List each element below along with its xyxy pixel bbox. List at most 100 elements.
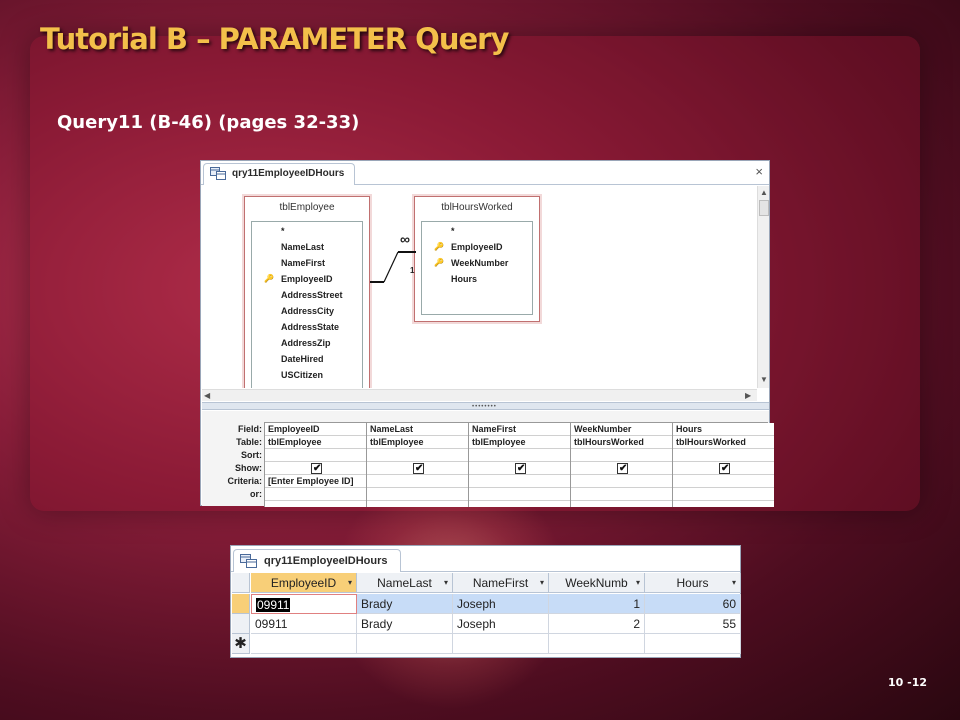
table-pane: tblEmployee * NameLast NameFirst 🔑 EmployeeI… [202, 186, 755, 388]
table-title: tblEmployee [279, 202, 335, 213]
row-selector[interactable] [232, 594, 250, 614]
sort-cell[interactable] [673, 449, 774, 462]
sort-cell[interactable] [265, 449, 366, 462]
field-cell[interactable]: WeekNumber [571, 423, 672, 436]
table-cell[interactable]: tblEmployee [469, 436, 570, 449]
or-cell[interactable] [265, 488, 366, 501]
table-cell[interactable]: 09911 [251, 594, 357, 614]
one-side-label: 1 [410, 266, 415, 275]
column-header[interactable]: NameFirst ▾ [453, 573, 549, 593]
dropdown-arrow-icon[interactable]: ▾ [348, 573, 352, 592]
table-cell[interactable]: 60 [645, 594, 741, 614]
table-cell[interactable] [549, 634, 645, 654]
field-item[interactable]: NameFirst [281, 258, 325, 268]
table-cell[interactable]: 55 [645, 614, 741, 634]
table-cell[interactable]: 09911 [251, 614, 357, 634]
new-record-icon[interactable]: ✱ [232, 634, 250, 654]
criteria-cell[interactable] [673, 475, 774, 488]
table-box-employee[interactable]: tblEmployee * NameLast NameFirst 🔑 EmployeeI… [244, 196, 370, 388]
scroll-left-icon[interactable]: ◀ [204, 391, 210, 401]
vertical-scrollbar[interactable]: ▲ ▼ [757, 186, 769, 388]
table-cell[interactable] [645, 634, 741, 654]
pane-splitter[interactable]: •••••••• [202, 402, 769, 410]
table-cell[interactable]: 1 [549, 594, 645, 614]
column-header[interactable]: EmployeeID ▾ [251, 573, 357, 593]
scroll-down-icon[interactable]: ▼ [760, 375, 768, 385]
dropdown-arrow-icon[interactable]: ▾ [732, 573, 736, 592]
field-item[interactable]: NameLast [281, 242, 324, 252]
field-list: * 🔑 EmployeeID 🔑 WeekNumber Hours [421, 221, 533, 315]
field-item[interactable]: Hours [451, 274, 477, 284]
sort-cell[interactable] [571, 449, 672, 462]
column-header[interactable]: WeekNumb ▾ [549, 573, 645, 593]
show-checkbox[interactable] [617, 462, 628, 474]
field-cell[interactable]: EmployeeID [265, 423, 366, 436]
field-item[interactable]: WeekNumber [451, 258, 508, 268]
or-cell[interactable] [469, 488, 570, 501]
table-cell[interactable] [357, 634, 453, 654]
design-tab[interactable]: qry11EmployeeIDHours [203, 163, 356, 185]
field-cell[interactable]: Hours [673, 423, 774, 436]
criteria-cell[interactable] [469, 475, 570, 488]
criteria-cell[interactable]: [Enter Employee ID] [265, 475, 366, 488]
table-cell[interactable] [453, 634, 549, 654]
table-cell[interactable]: tblHoursWorked [673, 436, 774, 449]
table-cell[interactable]: tblEmployee [265, 436, 366, 449]
field-item[interactable]: AddressStreet [281, 290, 343, 300]
dropdown-arrow-icon[interactable]: ▾ [444, 573, 448, 592]
select-all-corner[interactable] [232, 573, 250, 593]
table-cell[interactable]: tblEmployee [367, 436, 468, 449]
show-cell [469, 462, 570, 475]
field-item[interactable]: DateHired [281, 354, 324, 364]
table-cell[interactable]: Joseph [453, 614, 549, 634]
or-cell[interactable] [673, 488, 774, 501]
field-item[interactable]: AddressState [281, 322, 339, 332]
table-box-hours-worked[interactable]: tblHoursWorked * 🔑 EmployeeID 🔑 WeekNumber Ho… [414, 196, 540, 322]
table-cell[interactable]: tblHoursWorked [571, 436, 672, 449]
field-item[interactable]: USCitizen [281, 370, 323, 380]
table-cell[interactable]: Brady [357, 614, 453, 634]
dropdown-arrow-icon[interactable]: ▾ [540, 573, 544, 592]
show-checkbox[interactable] [413, 462, 424, 474]
table-cell[interactable]: 2 [549, 614, 645, 634]
show-checkbox[interactable] [515, 462, 526, 474]
datasheet-tab-bar: qry11EmployeeIDHours [231, 546, 740, 572]
datasheet-tab[interactable]: qry11EmployeeIDHours [233, 549, 401, 572]
or-cell[interactable] [367, 488, 468, 501]
column-header[interactable]: Hours ▾ [645, 573, 741, 593]
grid-row-label: Criteria: [227, 476, 262, 486]
scroll-up-icon[interactable]: ▲ [760, 188, 768, 198]
field-item[interactable]: EmployeeID [451, 242, 503, 252]
criteria-cell[interactable] [367, 475, 468, 488]
sort-cell[interactable] [469, 449, 570, 462]
field-cell[interactable]: NameFirst [469, 423, 570, 436]
field-item[interactable]: AddressZip [281, 338, 331, 348]
grid-row-labels: Field: Table: Sort: Show: Criteria: or: [208, 423, 262, 501]
table-cell[interactable]: Joseph [453, 594, 549, 614]
show-checkbox[interactable] [311, 462, 322, 474]
criteria-cell[interactable] [571, 475, 672, 488]
row-selector[interactable] [232, 614, 250, 634]
close-icon[interactable]: × [755, 164, 763, 179]
dropdown-arrow-icon[interactable]: ▾ [636, 573, 640, 592]
field-item[interactable]: AddressCity [281, 306, 334, 316]
datasheet-window: qry11EmployeeIDHours EmployeeID ▾ NameLast… [230, 545, 741, 658]
scroll-thumb[interactable] [759, 200, 769, 216]
column-header-label: Hours [676, 576, 709, 590]
datasheet-tab-label: qry11EmployeeIDHours [264, 555, 388, 567]
field-item[interactable]: * [451, 226, 455, 236]
scroll-right-icon[interactable]: ▶ [745, 391, 751, 401]
relationship-line [370, 251, 416, 283]
table-cell[interactable]: Brady [357, 594, 453, 614]
field-item[interactable]: * [281, 226, 285, 236]
key-icon: 🔑 [264, 274, 274, 283]
sort-cell[interactable] [367, 449, 468, 462]
or-cell[interactable] [571, 488, 672, 501]
horizontal-scrollbar[interactable]: ◀ ▶ [202, 389, 757, 401]
column-header[interactable]: NameLast ▾ [357, 573, 453, 593]
show-checkbox[interactable] [719, 462, 730, 474]
field-cell[interactable]: NameLast [367, 423, 468, 436]
field-item[interactable]: EmployeeID [281, 274, 333, 284]
table-cell[interactable] [251, 634, 357, 654]
table-title: tblHoursWorked [441, 202, 513, 213]
